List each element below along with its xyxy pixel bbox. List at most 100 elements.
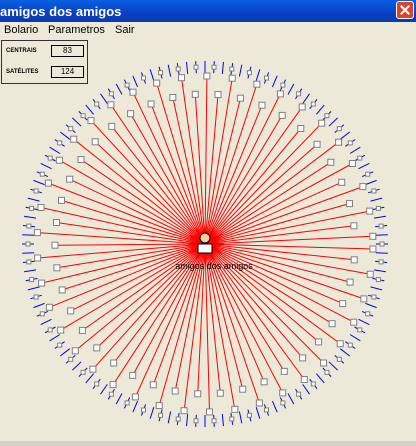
- central-node: [320, 359, 328, 367]
- satellite-link: [24, 215, 37, 219]
- satellite-link: [186, 61, 189, 74]
- satellite-node: [29, 277, 35, 283]
- satellite-node: [47, 155, 53, 161]
- title-bar: amigos dos amigos: [0, 0, 416, 22]
- satellite-link: [302, 93, 310, 104]
- satellite-node: [378, 223, 384, 229]
- satellite-link: [149, 407, 155, 419]
- satellite-node: [336, 356, 342, 362]
- centrais-label: CENTRAIS: [6, 48, 37, 54]
- central-node: [327, 158, 335, 166]
- central-node: [109, 381, 117, 389]
- central-node: [350, 256, 358, 264]
- satellite-link: [221, 414, 224, 427]
- central-node: [335, 138, 343, 146]
- satellite-link: [302, 384, 310, 395]
- central-node: [91, 138, 99, 146]
- central-node: [360, 295, 368, 303]
- satellite-node: [175, 66, 181, 72]
- satellite-node: [193, 418, 199, 424]
- central-node: [178, 74, 185, 82]
- central-node: [366, 270, 374, 278]
- satellite-node: [347, 342, 353, 348]
- central-node: [71, 347, 79, 355]
- central-node: [369, 245, 377, 253]
- satellite-node: [229, 66, 235, 72]
- central-node: [153, 79, 161, 87]
- satellite-link: [287, 83, 295, 95]
- central-link: [54, 243, 206, 246]
- satellite-link: [349, 146, 361, 154]
- satellite-node: [347, 140, 353, 146]
- central-link: [96, 243, 206, 349]
- satellite-link: [33, 302, 45, 309]
- central-node: [155, 402, 163, 410]
- satellite-node: [246, 70, 252, 76]
- satellite-link: [375, 234, 388, 236]
- central-node: [33, 229, 41, 237]
- satellite-link: [33, 179, 45, 186]
- central-node: [231, 405, 239, 413]
- satelites-label: SATÉLITES: [6, 69, 39, 75]
- satellite-node: [68, 126, 74, 132]
- satellite-node: [375, 277, 381, 283]
- stats-panel: CENTRAIS 83 SATÉLITES 124: [1, 40, 88, 84]
- satellite-node: [264, 407, 269, 413]
- satellite-node: [379, 241, 385, 247]
- satellite-node: [193, 64, 199, 70]
- satellite-node: [296, 391, 302, 397]
- central-node: [203, 72, 211, 80]
- central-node: [214, 91, 222, 99]
- central-node: [129, 371, 137, 379]
- central-node: [70, 135, 78, 143]
- satellite-link: [373, 269, 386, 273]
- satellite-link: [40, 162, 52, 170]
- satellite-node: [357, 155, 363, 161]
- menu-bar: Bolario Parametros Sair: [0, 22, 416, 39]
- satellite-node: [371, 294, 377, 300]
- central-node: [127, 110, 135, 118]
- satellite-node: [264, 75, 269, 81]
- menu-bolario[interactable]: Bolario: [4, 24, 38, 36]
- central-node: [89, 365, 97, 373]
- satellite-node: [26, 259, 32, 265]
- satellite-link: [365, 179, 377, 186]
- satellite-node: [39, 171, 45, 177]
- menu-sair[interactable]: Sair: [115, 24, 135, 36]
- satellite-node: [324, 113, 330, 119]
- satellite-node: [371, 188, 377, 194]
- satellite-node: [108, 91, 114, 97]
- satellite-node: [280, 82, 286, 88]
- central-node: [236, 94, 244, 102]
- satellite-link: [339, 131, 351, 140]
- satellite-node: [246, 412, 252, 418]
- central-node: [45, 303, 53, 311]
- center-label: amigos dos amigos: [175, 261, 253, 271]
- satellite-link: [22, 234, 35, 236]
- satellite-link: [27, 286, 40, 291]
- satellite-node: [33, 294, 39, 300]
- central-node: [369, 232, 377, 240]
- menu-parametros[interactable]: Parametros: [48, 24, 105, 36]
- satellite-node: [375, 205, 381, 211]
- satellite-link: [132, 400, 139, 413]
- satellite-link: [186, 414, 189, 427]
- close-icon[interactable]: [396, 1, 414, 19]
- satellite-node: [229, 416, 235, 422]
- satellite-link: [24, 269, 37, 273]
- satellite-node: [108, 391, 114, 397]
- central-node: [279, 389, 287, 397]
- satellite-link: [316, 104, 325, 115]
- satellite-node: [141, 75, 146, 81]
- central-node: [58, 196, 65, 204]
- satellite-link: [221, 61, 224, 74]
- central-node: [253, 80, 261, 88]
- central-node: [191, 90, 199, 98]
- satellite-node: [296, 91, 302, 97]
- central-link: [90, 120, 206, 245]
- satellite-link: [370, 197, 383, 202]
- satellite-link: [328, 361, 338, 371]
- satellite-link: [72, 361, 82, 371]
- central-node: [228, 74, 236, 82]
- satellite-node: [324, 369, 330, 375]
